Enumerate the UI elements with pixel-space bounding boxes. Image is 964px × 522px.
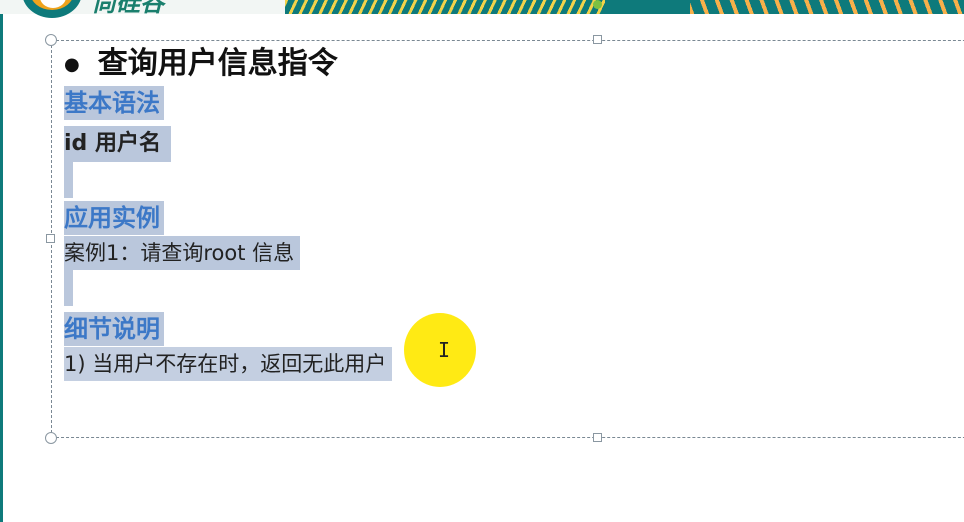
bullet-dot-icon: ● — [64, 53, 80, 75]
resize-handle-middle-left[interactable] — [46, 234, 55, 243]
syntax-title-line[interactable]: 基本语法 — [64, 86, 164, 120]
resize-handle-top-middle[interactable] — [593, 35, 602, 44]
empty-line-highlight — [64, 162, 73, 198]
syntax-command-line[interactable]: id 用户名 — [64, 126, 171, 162]
example-text-line[interactable]: 案例1：请查询root 信息 — [64, 236, 301, 270]
empty-line[interactable] — [64, 162, 73, 202]
banner-orange-decoration — [690, 0, 964, 14]
detail-text-line[interactable]: 1) 当用户不存在时，返回无此用户 — [64, 347, 393, 381]
example-text: 案例1：请查询root 信息 — [64, 236, 301, 270]
example-title-line[interactable]: 应用实例 — [64, 201, 164, 235]
syntax-command: id 用户名 — [64, 126, 171, 162]
empty-line[interactable] — [64, 270, 73, 310]
empty-line-highlight — [64, 270, 73, 306]
resize-handle-bottom-left[interactable] — [45, 432, 57, 444]
banner-swirl-decoration — [285, 0, 605, 14]
logo-icon — [22, 0, 82, 18]
ibeam-cursor-icon: I — [438, 338, 451, 362]
slide-heading[interactable]: ● 查询用户信息指令 — [64, 44, 338, 85]
detail-text: 1) 当用户不存在时，返回无此用户 — [64, 347, 393, 381]
detail-title: 细节说明 — [64, 312, 164, 346]
slide-left-edge — [0, 14, 3, 522]
rotation-handle[interactable] — [593, 0, 602, 9]
example-title: 应用实例 — [64, 201, 164, 235]
heading-text: 查询用户信息指令 — [97, 46, 338, 81]
resize-handle-top-left[interactable] — [45, 34, 57, 46]
logo-text-graphic: 尚硅谷 — [92, 0, 164, 14]
syntax-title: 基本语法 — [64, 86, 164, 120]
detail-title-line[interactable]: 细节说明 — [64, 312, 164, 346]
resize-handle-bottom-middle[interactable] — [593, 433, 602, 442]
